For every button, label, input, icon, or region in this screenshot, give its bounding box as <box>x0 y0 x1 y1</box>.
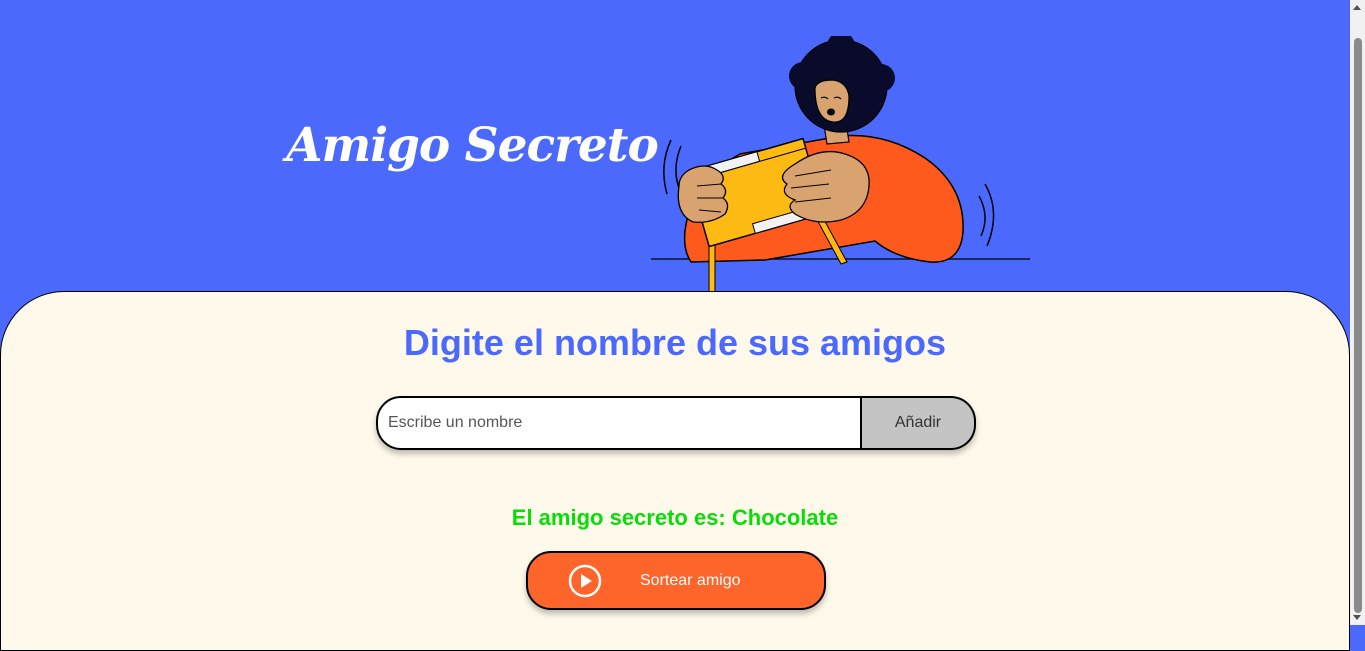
draw-button-label: Sortear amigo <box>640 571 741 589</box>
add-friend-form: Añadir <box>376 396 976 450</box>
scrollbar-thumb[interactable] <box>1354 38 1362 613</box>
vertical-scrollbar[interactable] <box>1350 0 1365 625</box>
draw-friend-button[interactable]: Sortear amigo <box>526 551 826 610</box>
section-heading: Digite el nombre de sus amigos <box>403 322 947 363</box>
scroll-down-arrow-icon[interactable] <box>1353 615 1361 620</box>
friend-name-input[interactable] <box>376 396 862 450</box>
page-title: Amigo Secreto <box>286 118 659 173</box>
gift-illustration <box>651 36 1030 296</box>
result-text: El amigo secreto es: Chocolate <box>511 505 839 530</box>
scroll-up-arrow-icon[interactable] <box>1353 5 1361 10</box>
add-button[interactable]: Añadir <box>862 396 976 450</box>
play-circle-icon <box>568 564 602 597</box>
header: Amigo Secreto <box>0 0 1350 300</box>
